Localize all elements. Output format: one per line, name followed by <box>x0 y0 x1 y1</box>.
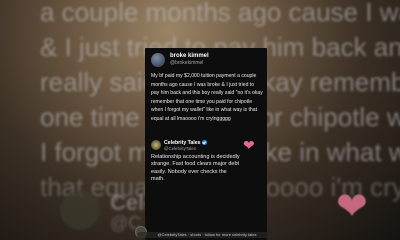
quote-avatar[interactable] <box>151 140 161 150</box>
verified-badge-icon <box>201 140 207 146</box>
tweet-avatar[interactable] <box>151 53 165 67</box>
quote-author-handle[interactable]: @CelebrityTales <box>164 146 196 151</box>
background-caption-line: a couple months ago cause I was broke <box>40 0 400 27</box>
tweet-text: My bf paid my $2,000 tuition payment a c… <box>151 73 263 122</box>
tweet-author-handle[interactable]: @brokekimmel <box>170 60 203 66</box>
quote-text: Relationship accounting is decidedly str… <box>151 154 240 183</box>
tweet-author-name[interactable]: broke kimmel <box>170 53 209 59</box>
footer-caption-pill: @CelebrityTales · shorts · follow for mo… <box>137 232 277 238</box>
quote-reply: Celebrity Tales @CelebrityTales Relation… <box>151 140 241 200</box>
tweet-header: broke kimmel @brokekimmel <box>151 53 263 69</box>
heart-icon[interactable]: ❤ <box>243 138 255 152</box>
background-avatar <box>60 190 100 230</box>
background-heart-icon: ❤ <box>336 186 368 228</box>
